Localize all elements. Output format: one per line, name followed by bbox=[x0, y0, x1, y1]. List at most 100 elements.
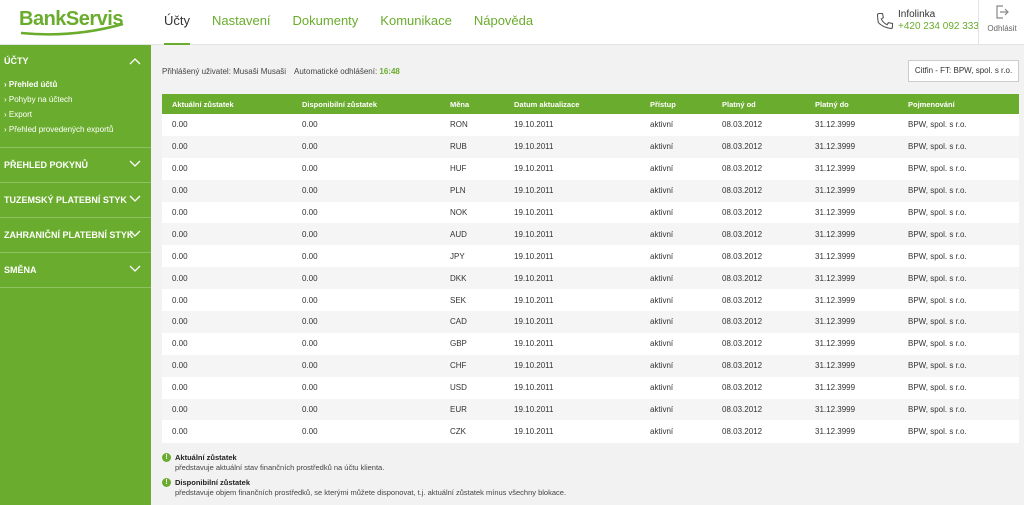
col-datum-aktualizace-cell: 19.10.2011 bbox=[514, 251, 554, 261]
col-platny-do-cell: 31.12.3999 bbox=[815, 120, 856, 130]
col-pojmenovani-cell: BPW, spol. s r.o. bbox=[908, 186, 967, 196]
col-mena-cell: DKK bbox=[450, 273, 467, 283]
sidebar-section-ucty[interactable]: Účty Přehled účtů Pohyby na účtech Expor… bbox=[0, 45, 151, 148]
sidebar-section-prehled-pokynu[interactable]: Přehled pokynů bbox=[0, 148, 151, 183]
col-platny-od-cell: 08.03.2012 bbox=[722, 405, 763, 415]
table-row[interactable]: 0.00 0.00 PLN 19.10.2011 aktivní 08.03.2012 31… bbox=[162, 179, 1019, 202]
table-row[interactable]: 0.00 0.00 EUR 19.10.2011 aktivní 08.03.2012 31… bbox=[162, 398, 1019, 421]
col-platny-od-cell: 08.03.2012 bbox=[722, 164, 763, 174]
nav-nastaveni[interactable]: Nastavení bbox=[212, 0, 271, 45]
table-row[interactable]: 0.00 0.00 USD 19.10.2011 aktivní 08.03.2012 31… bbox=[162, 377, 1019, 399]
col-platny-do-cell: 31.12.3999 bbox=[815, 164, 856, 174]
legend-title: Aktuální zůstatek bbox=[175, 453, 237, 462]
col-pristup-cell: aktivní bbox=[650, 317, 674, 327]
col-aktualni-zustatek-cell: 0.00 bbox=[172, 208, 188, 217]
col-disponibilni-zustatek-cell: 0.00 bbox=[302, 229, 318, 239]
chevron-down-icon bbox=[129, 195, 141, 202]
info-icon: ! bbox=[162, 478, 171, 487]
sidebar-item-pohyby[interactable]: Pohyby na účtech bbox=[0, 92, 151, 107]
infoline-title: Infolinka bbox=[898, 9, 936, 20]
col-aktualni-zustatek-cell: 0.00 bbox=[172, 142, 188, 152]
col-platny-od-cell: 08.03.2012 bbox=[722, 295, 763, 305]
col-pristup-cell: aktivní bbox=[650, 295, 674, 305]
col-mena-cell: CAD bbox=[450, 317, 467, 327]
col-datum-aktualizace-cell: 19.10.2011 bbox=[514, 361, 554, 371]
col-mena-header[interactable]: Měna bbox=[440, 94, 504, 114]
col-datum-aktualizace-cell: 19.10.2011 bbox=[514, 164, 554, 174]
main-nav: Účty Nastavení Dokumenty Komunikace Nápo… bbox=[164, 0, 555, 45]
col-platny-do-cell: 31.12.3999 bbox=[815, 405, 856, 415]
col-pristup-cell: aktivní bbox=[650, 120, 674, 130]
table-row[interactable]: 0.00 0.00 CHF 19.10.2011 aktivní 08.03.2012 31… bbox=[162, 354, 1019, 377]
table-row[interactable]: 0.00 0.00 AUD 19.10.2011 aktivní 08.03.2012 31… bbox=[162, 223, 1019, 246]
sidebar-item-export[interactable]: Export bbox=[0, 107, 151, 122]
nav-ucty[interactable]: Účty bbox=[164, 0, 190, 45]
account-select[interactable]: Citfin - FT: BPW, spol. s r.o. bbox=[908, 60, 1019, 82]
col-pristup-cell: aktivní bbox=[650, 251, 674, 261]
accounts-table: Aktuální zůstatek Disponibilní zůstatek Mě… bbox=[162, 94, 1019, 443]
col-aktualni-zustatek-cell: 0.00 bbox=[172, 361, 188, 371]
col-platny-od-cell: 08.03.2012 bbox=[722, 229, 763, 239]
col-aktualni-zustatek-header[interactable]: Aktuální zůstatek bbox=[162, 94, 292, 114]
col-disponibilni-zustatek-header[interactable]: Disponibilní zůstatek bbox=[292, 94, 440, 114]
nav-komunikace[interactable]: Komunikace bbox=[380, 0, 452, 45]
infoline-phone[interactable]: +420 234 092 333 bbox=[898, 21, 979, 32]
col-pojmenovani-cell: BPW, spol. s r.o. bbox=[908, 383, 967, 393]
col-disponibilni-zustatek-cell: 0.00 bbox=[302, 317, 318, 327]
col-platny-do-header[interactable]: Platný do bbox=[805, 94, 898, 114]
col-disponibilni-zustatek-cell: 0.00 bbox=[302, 120, 318, 130]
col-pojmenovani-cell: BPW, spol. s r.o. bbox=[908, 208, 967, 217]
logout-label: Odhlásit bbox=[987, 24, 1017, 33]
col-disponibilni-zustatek-cell: 0.00 bbox=[302, 383, 318, 393]
col-disponibilni-zustatek-cell: 0.00 bbox=[302, 142, 318, 152]
chevron-down-icon bbox=[129, 265, 141, 272]
col-pojmenovani-cell: BPW, spol. s r.o. bbox=[908, 229, 967, 239]
col-disponibilni-zustatek-cell: 0.00 bbox=[302, 186, 318, 196]
col-pojmenovani-cell: BPW, spol. s r.o. bbox=[908, 405, 967, 415]
col-mena-cell: AUD bbox=[450, 229, 467, 239]
table-row[interactable]: 0.00 0.00 CAD 19.10.2011 aktivní 08.03.2012 31… bbox=[162, 311, 1019, 333]
table-row[interactable]: 0.00 0.00 RUB 19.10.2011 aktivní 08.03.2012 31… bbox=[162, 135, 1019, 158]
col-platny-do-cell: 31.12.3999 bbox=[815, 273, 856, 283]
table-body: 0.00 0.00 RON 19.10.2011 aktivní 08.03.2012 31… bbox=[162, 114, 1019, 442]
legend-desc: představuje aktuální stav finančních pro… bbox=[175, 463, 385, 472]
sidebar-section-zahranicni[interactable]: Zahraniční platební styk bbox=[0, 218, 151, 253]
table-row[interactable]: 0.00 0.00 NOK 19.10.2011 aktivní 08.03.2012 31… bbox=[162, 202, 1019, 224]
col-datum-aktualizace-cell: 19.10.2011 bbox=[514, 120, 554, 130]
col-pristup-header[interactable]: Přístup bbox=[640, 94, 712, 114]
table-row[interactable]: 0.00 0.00 SEK 19.10.2011 aktivní 08.03.2012 31… bbox=[162, 289, 1019, 311]
chevron-down-icon bbox=[129, 160, 141, 167]
sidebar-item-prehled-uctu[interactable]: Přehled účtů bbox=[0, 77, 151, 92]
col-datum-aktualizace-cell: 19.10.2011 bbox=[514, 383, 554, 393]
table-row[interactable]: 0.00 0.00 HUF 19.10.2011 aktivní 08.03.2012 31… bbox=[162, 158, 1019, 180]
phone-icon bbox=[876, 12, 894, 30]
col-datum-aktualizace-cell: 19.10.2011 bbox=[514, 426, 554, 436]
col-mena-cell: USD bbox=[450, 383, 467, 393]
table-row[interactable]: 0.00 0.00 GBP 19.10.2011 aktivní 08.03.2012 31… bbox=[162, 333, 1019, 355]
col-datum-aktualizace-cell: 19.10.2011 bbox=[514, 208, 554, 217]
col-disponibilni-zustatek-cell: 0.00 bbox=[302, 164, 318, 174]
col-pojmenovani-header[interactable]: Pojmenování bbox=[898, 94, 1019, 114]
col-pristup-cell: aktivní bbox=[650, 164, 674, 174]
sidebar-item-prehled-exportu[interactable]: Přehled provedených exportů bbox=[0, 122, 151, 137]
col-pristup-cell: aktivní bbox=[650, 383, 674, 393]
table-row[interactable]: 0.00 0.00 DKK 19.10.2011 aktivní 08.03.2012 31… bbox=[162, 267, 1019, 290]
logout-button[interactable]: Odhlásit bbox=[978, 0, 1024, 45]
logo[interactable]: BankServis bbox=[19, 8, 129, 36]
col-aktualni-zustatek-cell: 0.00 bbox=[172, 164, 188, 174]
nav-dokumenty[interactable]: Dokumenty bbox=[293, 0, 359, 45]
sidebar-section-smena[interactable]: Směna bbox=[0, 253, 151, 288]
table-row[interactable]: 0.00 0.00 CZK 19.10.2011 aktivní 08.03.2012 31… bbox=[162, 420, 1019, 442]
col-pristup-cell: aktivní bbox=[650, 273, 674, 283]
col-aktualni-zustatek-cell: 0.00 bbox=[172, 120, 188, 130]
table-row[interactable]: 0.00 0.00 JPY 19.10.2011 aktivní 08.03.2012 31… bbox=[162, 245, 1019, 267]
col-platny-od-header[interactable]: Platný od bbox=[712, 94, 805, 114]
table-row[interactable]: 0.00 0.00 RON 19.10.2011 aktivní 08.03.2012 31… bbox=[162, 114, 1019, 136]
col-platny-od-cell: 08.03.2012 bbox=[722, 339, 763, 349]
nav-napoveda[interactable]: Nápověda bbox=[474, 0, 533, 45]
col-pojmenovani-cell: BPW, spol. s r.o. bbox=[908, 295, 967, 305]
sidebar-section-tuzemsky[interactable]: Tuzemský platební styk bbox=[0, 183, 151, 218]
col-platny-od-cell: 08.03.2012 bbox=[722, 426, 763, 436]
col-datum-aktualizace-header[interactable]: Datum aktualizace bbox=[504, 94, 640, 114]
col-aktualni-zustatek-cell: 0.00 bbox=[172, 405, 188, 415]
